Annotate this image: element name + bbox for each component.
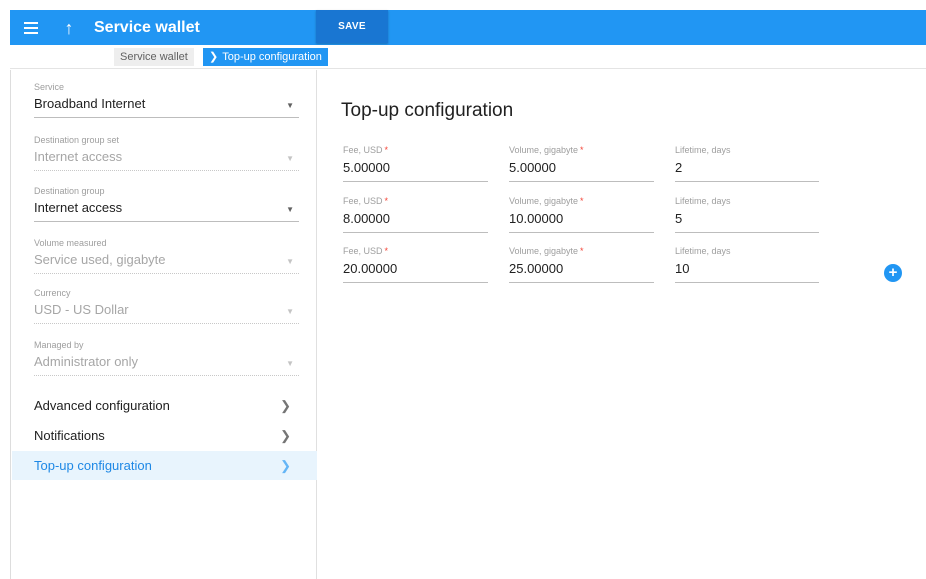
volume-measured-value-text: Service used, gigabyte — [34, 252, 166, 267]
managed-by-value-text: Administrator only — [34, 354, 139, 369]
destination-group-value[interactable]: Internet access ▼ — [34, 199, 299, 222]
destination-group-set-value: Internet access ▼ — [34, 148, 299, 171]
fee-label: Fee, USD * — [343, 145, 488, 156]
app-header: ↑ Service wallet SAVE — [10, 10, 926, 45]
fee-label-text: Fee, USD — [343, 145, 383, 155]
fee-field[interactable]: Fee, USD * 5.00000 — [343, 145, 488, 182]
page-title: Top-up configuration — [341, 100, 514, 121]
volume-measured-label: Volume measured — [34, 238, 107, 248]
volume-label-text: Volume, gigabyte — [509, 246, 579, 256]
volume-field[interactable]: Volume, gigabyte * 10.00000 — [509, 196, 654, 233]
breadcrumb: Service wallet ❯ Top-up configuration — [10, 45, 926, 69]
currency-select: Currency USD - US Dollar ▼ — [34, 288, 299, 324]
fee-label-text: Fee, USD — [343, 196, 383, 206]
fee-label: Fee, USD * — [343, 196, 488, 207]
fee-input[interactable]: 8.00000 — [343, 210, 488, 233]
dropdown-arrow-icon[interactable]: ▼ — [286, 201, 294, 219]
required-marker: * — [384, 196, 389, 206]
menu-icon[interactable] — [24, 18, 44, 38]
service-value-text: Broadband Internet — [34, 96, 146, 111]
currency-label: Currency — [34, 288, 71, 298]
volume-label: Volume, gigabyte * — [509, 196, 654, 207]
currency-value: USD - US Dollar ▼ — [34, 301, 299, 324]
settings-sidebar: Service Broadband Internet ▼ Destination… — [10, 70, 317, 579]
breadcrumb-current: ❯ Top-up configuration — [203, 48, 328, 66]
fee-input[interactable]: 20.00000 — [343, 260, 488, 283]
breadcrumb-current-label: Top-up configuration — [222, 51, 322, 63]
dropdown-arrow-icon: ▼ — [286, 257, 294, 266]
nav-label: Notifications — [34, 428, 105, 443]
volume-measured-select: Volume measured Service used, gigabyte ▼ — [34, 238, 299, 274]
required-marker: * — [384, 145, 389, 155]
nav-label: Advanced configuration — [34, 398, 170, 413]
volume-measured-value: Service used, gigabyte ▼ — [34, 251, 299, 274]
managed-by-select: Managed by Administrator only ▼ — [34, 340, 299, 376]
service-value[interactable]: Broadband Internet ▼ — [34, 95, 299, 118]
lifetime-field[interactable]: Lifetime, days 10 — [675, 246, 819, 283]
chevron-right-icon: ❯ — [280, 458, 291, 473]
volume-label-text: Volume, gigabyte — [509, 196, 579, 206]
chevron-right-icon: ❯ — [280, 428, 291, 443]
managed-by-label: Managed by — [34, 340, 84, 350]
app-title: Service wallet — [94, 18, 200, 36]
volume-input[interactable]: 5.00000 — [509, 159, 654, 182]
nav-top-up-configuration[interactable]: Top-up configuration ❯ — [12, 451, 317, 480]
lifetime-input[interactable]: 5 — [675, 210, 819, 233]
volume-field[interactable]: Volume, gigabyte * 25.00000 — [509, 246, 654, 283]
dropdown-arrow-icon: ▼ — [286, 307, 294, 316]
volume-input[interactable]: 25.00000 — [509, 260, 654, 283]
arrow-up-icon[interactable]: ↑ — [60, 18, 78, 38]
nav-notifications[interactable]: Notifications ❯ — [12, 421, 317, 450]
fee-label: Fee, USD * — [343, 246, 488, 257]
required-marker: * — [384, 246, 389, 256]
lifetime-label: Lifetime, days — [675, 196, 731, 206]
add-row-icon[interactable]: + — [884, 264, 902, 282]
managed-by-value: Administrator only ▼ — [34, 353, 299, 376]
volume-label: Volume, gigabyte * — [509, 145, 654, 156]
nav-label: Top-up configuration — [34, 458, 152, 473]
lifetime-input[interactable]: 2 — [675, 159, 819, 182]
destination-group-select[interactable]: Destination group Internet access ▼ — [34, 186, 299, 222]
required-marker: * — [580, 145, 584, 155]
destination-group-label: Destination group — [34, 186, 105, 196]
required-marker: * — [580, 246, 584, 256]
fee-input[interactable]: 5.00000 — [343, 159, 488, 182]
dropdown-arrow-icon: ▼ — [286, 359, 294, 368]
lifetime-label: Lifetime, days — [675, 246, 731, 256]
service-select[interactable]: Service Broadband Internet ▼ — [34, 82, 299, 118]
fee-label-text: Fee, USD — [343, 246, 383, 256]
save-button[interactable]: SAVE — [316, 10, 388, 43]
destination-group-set-label: Destination group set — [34, 135, 120, 145]
lifetime-label: Lifetime, days — [675, 145, 731, 155]
service-label: Service — [34, 82, 65, 92]
destination-group-value-text: Internet access — [34, 200, 123, 215]
dropdown-arrow-icon: ▼ — [286, 154, 294, 163]
chevron-right-icon: ❯ — [209, 51, 219, 63]
destination-group-set-select: Destination group set Internet access ▼ — [34, 135, 299, 171]
lifetime-input[interactable]: 10 — [675, 260, 819, 283]
nav-advanced-configuration[interactable]: Advanced configuration ❯ — [12, 391, 317, 420]
breadcrumb-parent[interactable]: Service wallet — [114, 48, 194, 66]
destination-group-set-value-text: Internet access — [34, 149, 123, 164]
volume-input[interactable]: 10.00000 — [509, 210, 654, 233]
currency-value-text: USD - US Dollar — [34, 302, 129, 317]
lifetime-field[interactable]: Lifetime, days 2 — [675, 145, 819, 182]
dropdown-arrow-icon[interactable]: ▼ — [286, 97, 294, 115]
volume-label: Volume, gigabyte * — [509, 246, 654, 257]
volume-field[interactable]: Volume, gigabyte * 5.00000 — [509, 145, 654, 182]
chevron-right-icon: ❯ — [280, 398, 291, 413]
fee-field[interactable]: Fee, USD * 8.00000 — [343, 196, 488, 233]
required-marker: * — [580, 196, 584, 206]
volume-label-text: Volume, gigabyte — [509, 145, 579, 155]
fee-field[interactable]: Fee, USD * 20.00000 — [343, 246, 488, 283]
lifetime-field[interactable]: Lifetime, days 5 — [675, 196, 819, 233]
